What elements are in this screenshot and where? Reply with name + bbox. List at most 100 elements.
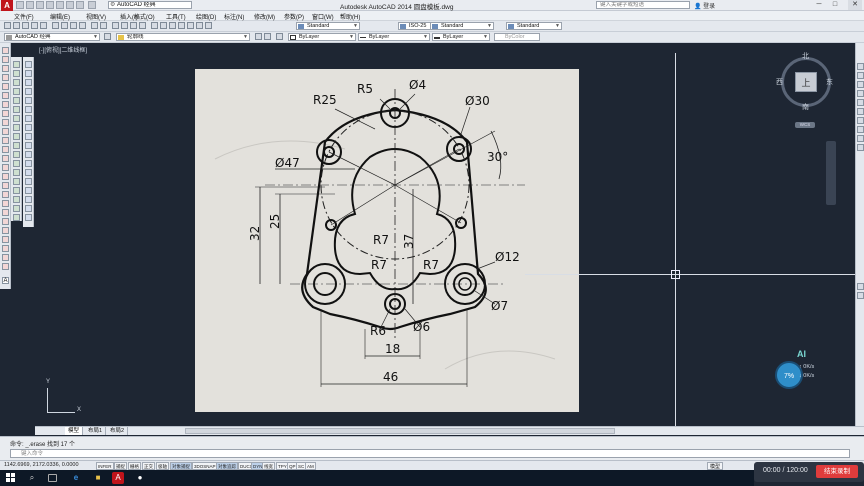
toggle-3dosnap[interactable]: 3DOSNAP	[192, 462, 218, 470]
break-at-point-icon[interactable]	[13, 160, 20, 167]
task-view-icon[interactable]	[48, 474, 57, 482]
search-icon[interactable]: ⌕	[26, 472, 38, 484]
center-mark-icon[interactable]	[857, 292, 864, 299]
gradient-icon[interactable]	[2, 182, 9, 189]
table-icon[interactable]	[2, 200, 9, 207]
multiline-text-icon[interactable]: A	[2, 277, 9, 284]
scanned-drawing-image[interactable]: R25 R5 Ø4 Ø30 30° Ø47 32 25 R7 37 R7 R7 …	[195, 69, 579, 412]
rectangle-icon[interactable]	[2, 83, 9, 90]
redo-icon[interactable]	[76, 1, 84, 9]
save-icon[interactable]	[36, 1, 44, 9]
dimension-arc-icon[interactable]	[857, 81, 864, 88]
revision-cloud-icon[interactable]	[2, 110, 9, 117]
snap-extension-icon[interactable]	[25, 97, 32, 104]
toggle-otrack[interactable]: 对象追踪	[216, 462, 238, 470]
plot-style-select[interactable]: ByColor	[494, 33, 540, 41]
zoom-realtime-icon[interactable]	[121, 22, 128, 29]
toggle-snap[interactable]: 捕捉	[114, 462, 127, 470]
zoom-previous-icon[interactable]	[139, 22, 146, 29]
snap-perpendicular-icon[interactable]	[25, 133, 32, 140]
insert-block-icon[interactable]	[2, 146, 9, 153]
save-icon[interactable]	[22, 22, 29, 29]
move-icon[interactable]	[13, 106, 20, 113]
arc-icon[interactable]	[2, 92, 9, 99]
hatch-icon[interactable]	[2, 173, 9, 180]
snap-insert-icon[interactable]	[25, 151, 32, 158]
snap-node-icon[interactable]	[25, 160, 32, 167]
snap-center-icon[interactable]	[25, 106, 32, 113]
close-button[interactable]: ✕	[848, 0, 862, 10]
snap-midpoint-icon[interactable]	[25, 70, 32, 77]
point-icon[interactable]	[2, 164, 9, 171]
donut-icon[interactable]	[2, 218, 9, 225]
tool-palettes-icon[interactable]	[169, 22, 176, 29]
menu-help[interactable]: 帮助(H)	[340, 12, 360, 21]
polygon-icon[interactable]	[2, 74, 9, 81]
linetype-select[interactable]: ByLayer ▼	[358, 33, 430, 41]
region-icon[interactable]	[2, 191, 9, 198]
redo-icon[interactable]	[100, 22, 107, 29]
toggle-polar[interactable]: 极轴	[156, 462, 169, 470]
ellipse-icon[interactable]	[2, 128, 9, 135]
offset-icon[interactable]	[13, 88, 20, 95]
layer-state-icon[interactable]	[276, 33, 283, 40]
break-icon[interactable]	[13, 169, 20, 176]
text-style-select[interactable]: Standard ▼	[296, 22, 360, 30]
mirror-icon[interactable]	[13, 79, 20, 86]
dimension-aligned-icon[interactable]	[857, 72, 864, 79]
3d-polyline-icon[interactable]	[2, 245, 9, 252]
boundary-icon[interactable]	[2, 209, 9, 216]
viewcube-south[interactable]: 南	[802, 102, 809, 112]
file-explorer-icon[interactable]: ■	[92, 472, 104, 484]
construction-line-icon[interactable]	[2, 56, 9, 63]
polyline-icon[interactable]	[2, 65, 9, 72]
workspace-select[interactable]: AutoCAD 经典 ▼	[4, 33, 100, 41]
layer-select[interactable]: 轮廓线 ▼	[116, 33, 250, 41]
menu-file[interactable]: 文件(F)	[14, 12, 34, 21]
properties-icon[interactable]	[151, 22, 158, 29]
match-properties-icon[interactable]	[79, 22, 86, 29]
menu-dimension[interactable]: 标注(N)	[224, 12, 244, 21]
viewcube-north[interactable]: 北	[802, 51, 809, 61]
print-icon[interactable]	[31, 22, 38, 29]
layer-properties-icon[interactable]	[104, 33, 111, 40]
array-icon[interactable]	[13, 97, 20, 104]
snap-intersection-icon[interactable]	[25, 79, 32, 86]
viewcube-top-face[interactable]: 上	[795, 72, 817, 92]
horizontal-scrollbar[interactable]	[185, 428, 615, 434]
minimize-button[interactable]: ─	[812, 0, 826, 10]
sheet-set-icon[interactable]	[178, 22, 185, 29]
tab-layout2[interactable]: 布局2	[107, 427, 129, 435]
new-file-icon[interactable]	[16, 1, 24, 9]
line-icon[interactable]	[2, 47, 9, 54]
menu-format[interactable]: 格式(O)	[134, 12, 155, 21]
plot-preview-icon[interactable]	[40, 22, 47, 29]
make-block-icon[interactable]	[2, 155, 9, 162]
undo-icon[interactable]	[91, 22, 98, 29]
layer-previous-icon[interactable]	[264, 33, 271, 40]
paste-icon[interactable]	[70, 22, 77, 29]
navigation-bar[interactable]	[826, 141, 836, 205]
print-icon[interactable]	[56, 1, 64, 9]
maximize-button[interactable]: □	[828, 0, 842, 10]
circle-icon[interactable]	[2, 101, 9, 108]
toggle-am[interactable]: AM	[305, 462, 316, 470]
mesh-icon[interactable]	[2, 263, 9, 270]
spline-icon[interactable]	[2, 119, 9, 126]
menu-edit[interactable]: 编辑(E)	[50, 12, 70, 21]
snap-tangent-icon[interactable]	[25, 124, 32, 131]
surface-icon[interactable]	[2, 254, 9, 261]
toggle-osnap[interactable]: 对象捕捉	[170, 462, 192, 470]
open-file-icon[interactable]	[26, 1, 34, 9]
mid-between-icon[interactable]	[25, 214, 32, 221]
help-icon[interactable]	[205, 22, 212, 29]
fillet-icon[interactable]	[13, 196, 20, 203]
table-style-select[interactable]: Standard ▼	[430, 22, 494, 30]
stop-recording-button[interactable]: 结束录制	[816, 465, 858, 478]
ellipse-arc-icon[interactable]	[2, 137, 9, 144]
snap-apparent-icon[interactable]	[25, 88, 32, 95]
snap-none-icon[interactable]	[25, 178, 32, 185]
search-input[interactable]: 键入关键字或短语	[596, 1, 690, 9]
menu-draw[interactable]: 绘图(D)	[196, 12, 216, 21]
toggle-infer[interactable]: INFER	[96, 462, 114, 470]
